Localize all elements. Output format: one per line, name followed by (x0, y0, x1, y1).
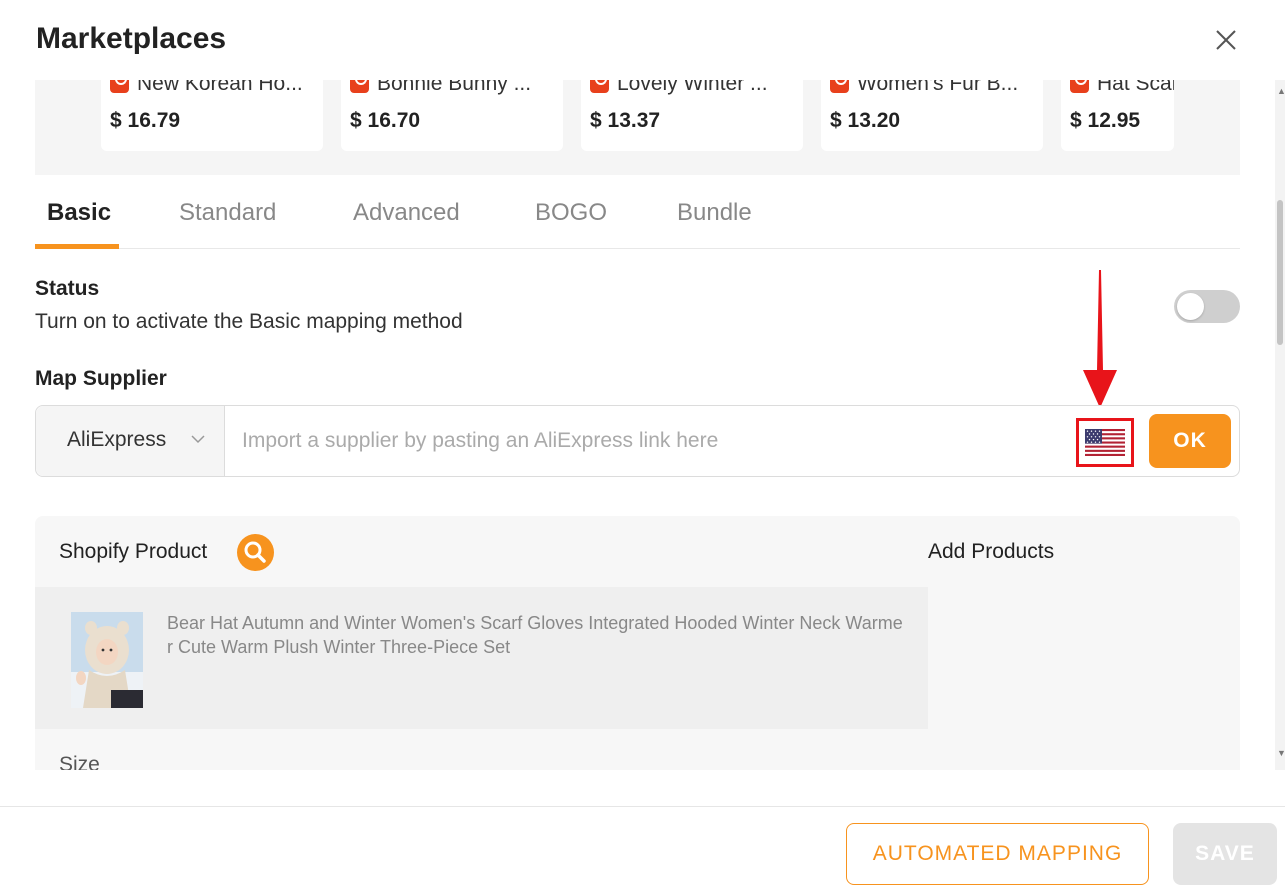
active-tab-indicator (35, 244, 119, 249)
tab-basic[interactable]: Basic (47, 199, 111, 227)
supplier-select[interactable]: AliExpress (36, 406, 225, 476)
status-toggle[interactable] (1174, 290, 1240, 323)
product-card-price: $ 16.79 (110, 109, 181, 132)
tab-bogo[interactable]: BOGO (535, 199, 607, 227)
product-card-price: $ 12.95 (1070, 109, 1141, 132)
ok-button[interactable]: OK (1149, 414, 1231, 468)
product-card-title: Bonnie Bunny ... (377, 80, 532, 95)
product-card-price: $ 13.20 (830, 109, 901, 132)
status-title: Status (35, 277, 100, 300)
red-arrow-annotation (1083, 270, 1117, 408)
product-card[interactable]: New Korean Ho... $ 16.79 (101, 80, 323, 151)
shopify-product-row: Bear Hat Autumn and Winter Women's Scarf… (35, 587, 928, 729)
product-card-title: Hat Scar (1097, 80, 1174, 95)
product-card-price: $ 13.37 (590, 109, 661, 132)
product-card[interactable]: Bonnie Bunny ... $ 16.70 (341, 80, 563, 151)
scrollbar-thumb[interactable] (1277, 200, 1283, 345)
product-card[interactable]: Lovely Winter ... $ 13.37 (581, 80, 803, 151)
aliexpress-store-icon (590, 80, 609, 93)
supplier-link-input[interactable] (226, 406, 1066, 476)
modal-header: Marketplaces (0, 0, 1285, 80)
close-icon[interactable] (1212, 26, 1240, 54)
aliexpress-store-icon (1070, 80, 1089, 93)
aliexpress-store-icon (110, 80, 129, 93)
mapping-tabs: Basic Standard Advanced BOGO Bundle (35, 185, 1240, 249)
tab-standard[interactable]: Standard (179, 199, 276, 227)
tab-advanced[interactable]: Advanced (353, 199, 460, 227)
modal-body: New Korean Ho... $ 16.79 Bonnie Bunny ..… (0, 80, 1285, 770)
product-card[interactable]: Hat Scar $ 12.95 (1061, 80, 1174, 151)
modal-footer: AUTOMATED MAPPING SAVE (0, 806, 1285, 894)
automated-mapping-button[interactable]: AUTOMATED MAPPING (846, 823, 1149, 885)
product-card-title: New Korean Ho... (137, 80, 303, 95)
map-supplier-title: Map Supplier (35, 367, 167, 390)
shopify-product-label: Shopify Product (59, 540, 208, 563)
modal-title: Marketplaces (36, 22, 227, 55)
supplier-import-bar: AliExpress Import a supplier by pasting … (35, 405, 1240, 477)
product-carousel: New Korean Ho... $ 16.79 Bonnie Bunny ..… (35, 80, 1240, 175)
product-thumbnail (71, 612, 143, 708)
product-card-price: $ 16.70 (350, 109, 421, 132)
scrollbar[interactable] (1275, 80, 1285, 770)
save-button[interactable]: SAVE (1173, 823, 1277, 885)
product-mapping-panel: Shopify Product Add Products Bear Hat Au… (35, 516, 1240, 770)
tab-bundle[interactable]: Bundle (677, 199, 752, 227)
us-flag-icon[interactable] (1076, 418, 1134, 467)
size-option-label: Size (59, 753, 100, 770)
scroll-down-arrow-icon[interactable]: ▼ (1277, 748, 1285, 758)
add-products-label[interactable]: Add Products (928, 540, 1054, 564)
product-card[interactable]: Women's Fur B... $ 13.20 (821, 80, 1043, 151)
aliexpress-store-icon (830, 80, 849, 93)
product-card-title: Women's Fur B... (857, 80, 1019, 95)
toggle-knob (1177, 293, 1204, 320)
search-icon[interactable] (237, 534, 274, 571)
supplier-select-value: AliExpress (67, 428, 167, 451)
product-card-title: Lovely Winter ... (617, 80, 768, 95)
status-description: Turn on to activate the Basic mapping me… (35, 310, 463, 333)
aliexpress-store-icon (350, 80, 369, 93)
chevron-down-icon (191, 435, 205, 444)
product-title: Bear Hat Autumn and Winter Women's Scarf… (167, 613, 903, 657)
scroll-up-arrow-icon[interactable]: ▲ (1277, 86, 1285, 96)
